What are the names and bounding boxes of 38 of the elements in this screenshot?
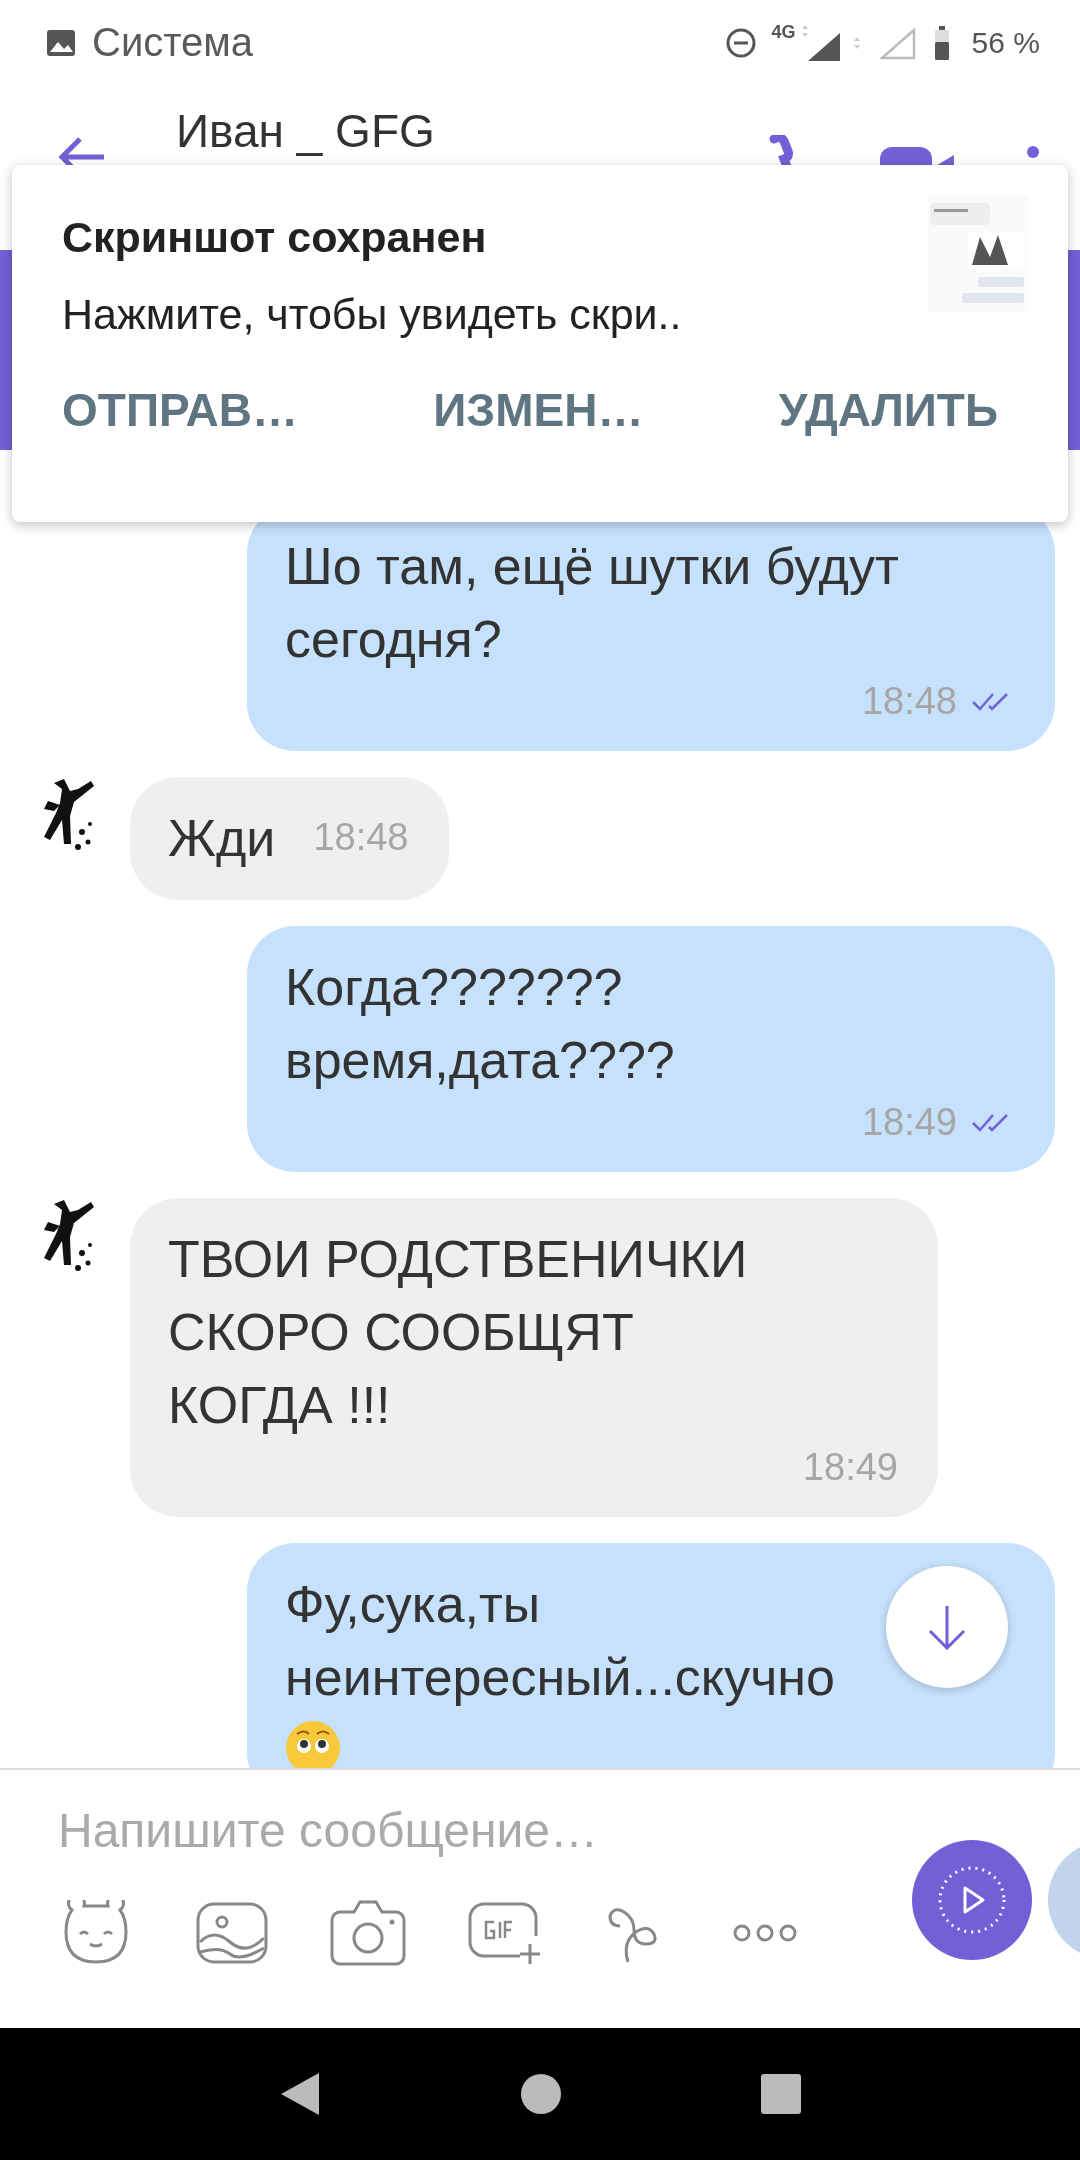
back-triangle-icon [279,2071,322,2117]
battery-percentage: 56 % [971,25,1040,60]
message-time: 18:49 [861,1100,957,1144]
message-text: Жди [168,808,276,869]
message-text: Фу,сука,ты неинтересный...скучно [285,1574,836,1708]
empty-signal-icon [879,25,918,60]
message-text: ТВОИ РОДСТВЕНИЧКИ СКОРО СООБЩЯТ КОГДА !!! [168,1229,748,1436]
play-icon [937,1865,1007,1935]
message-time: 18:49 [802,1445,898,1489]
message-text: Когда??????? время,дата???? [285,957,675,1091]
notification-text: Нажмите, чтобы увидеть скри.. [62,290,682,339]
notification-title: Скриншот сохранен [62,213,488,262]
image-icon [46,28,76,57]
home-button[interactable] [520,2073,562,2115]
image-icon [196,1902,268,1964]
notification-app-name: Система [92,20,254,65]
notification-action[interactable]: УДАЛИТЬ [778,383,998,437]
message-time: 18:48 [313,815,409,860]
square-icon [760,2074,801,2114]
recents-button[interactable] [760,2074,801,2114]
message-time: 18:48 [861,679,957,723]
camera-icon [330,1900,406,1966]
gallery-button[interactable] [196,1902,268,1964]
more-button[interactable] [732,1923,798,1943]
message-input[interactable]: Напишите сообщение… [58,1800,778,1860]
notification-card[interactable]: Скриншот сохранен Нажмите, чтобы увидеть скри.. ОТПРАВ… ИЗМЕН… УДАЛИТЬ [12,165,1068,522]
home-circle-icon [520,2073,562,2115]
back-button[interactable] [279,2071,322,2117]
battery-icon [933,25,950,60]
notification-action[interactable]: ОТПРАВ… [62,383,299,437]
more-dots-icon [732,1923,798,1943]
message-text: Шо там, ещё шутки будут сегодня? [285,536,900,670]
chat-title: Иван _ GFG [176,105,435,157]
do-not-disturb-icon [725,27,756,58]
notification-action[interactable]: ИЗМЕН… [433,383,644,437]
network-type: 4G [771,22,796,43]
down-arrow-icon [927,1604,967,1650]
camera-button[interactable] [330,1900,406,1966]
